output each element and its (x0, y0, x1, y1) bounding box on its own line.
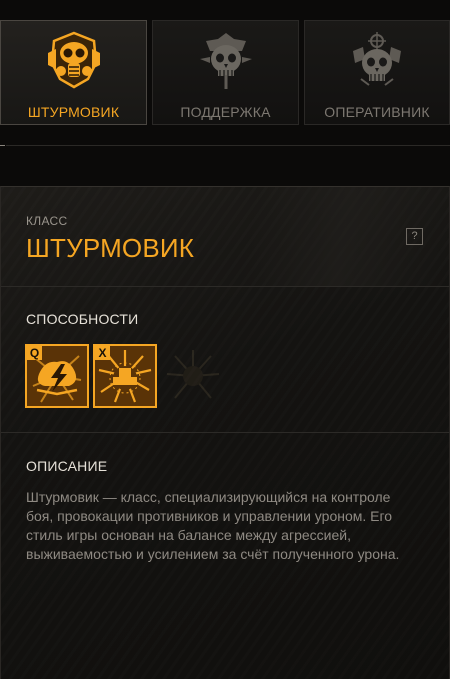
divider-tick (0, 145, 5, 146)
tab-assault[interactable]: ШТУРМОВИК (0, 20, 147, 125)
description-text: Штурмовик — класс, специализирующийся на… (26, 489, 400, 562)
class-name: ШТУРМОВИК (26, 233, 195, 263)
class-tabs: ШТУРМОВИК ПОДДЕРЖКА ОПЕРАТИВНИК (0, 20, 450, 125)
class-details-panel: КЛАСС ШТУРМОВИК ? СПОСОБНОСТИ Q X ОПИСАН… (0, 186, 450, 679)
locked-ability-icon (166, 350, 220, 399)
class-caption: КЛАСС (26, 214, 68, 228)
ability-key-label: X (95, 346, 110, 360)
ability-q[interactable]: Q (25, 344, 89, 408)
tab-operative[interactable]: ОПЕРАТИВНИК (304, 20, 450, 125)
gasmask-emblem-icon (47, 31, 100, 89)
description-section: ОПИСАНИЕ Штурмовик — класс, специализиру… (1, 434, 450, 679)
tab-label: ШТУРМОВИК (27, 104, 120, 120)
ability-x[interactable]: X (93, 344, 157, 408)
class-header: КЛАСС ШТУРМОВИК ? (1, 187, 450, 287)
ability-key-label: Q (27, 346, 42, 360)
divider (6, 145, 450, 146)
help-button[interactable]: ? (406, 228, 423, 245)
skull-crosshair-emblem-icon (353, 32, 401, 86)
tab-label: ОПЕРАТИВНИК (324, 104, 430, 120)
tab-support[interactable]: ПОДДЕРЖКА (152, 20, 299, 125)
abilities-title: СПОСОБНОСТИ (26, 311, 139, 327)
tab-label: ПОДДЕРЖКА (180, 104, 271, 120)
skull-caduceus-emblem-icon (199, 33, 252, 89)
description-title: ОПИСАНИЕ (26, 458, 108, 474)
abilities-section: СПОСОБНОСТИ Q X (1, 288, 450, 433)
